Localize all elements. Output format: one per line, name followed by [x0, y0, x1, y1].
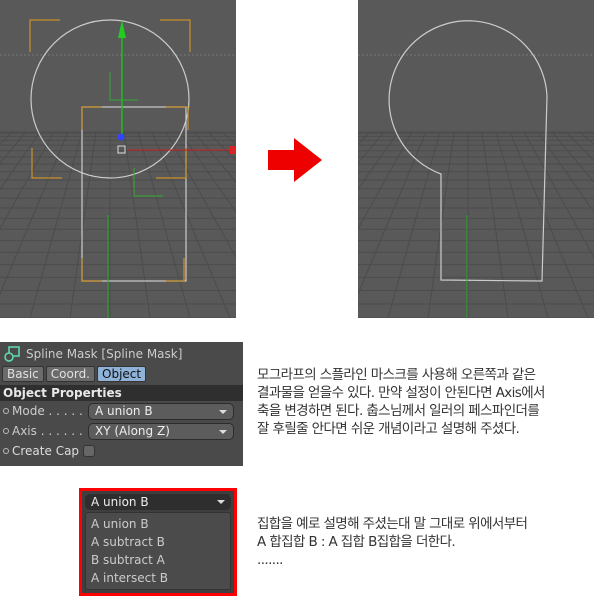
- description-text: 모그라프의 스플라인 마스크를 사용해 오른쪽과 같은 결과물을 얻을수 있다.…: [257, 366, 545, 438]
- explanation-line: .......: [257, 552, 283, 568]
- description-line: 축을 변경하면 된다. 춥스님께서 일러의 페스파인더를: [257, 403, 540, 419]
- floor-grid: [0, 131, 236, 318]
- mode-row: Mode . . . . . A union B: [0, 401, 243, 421]
- tab-coord[interactable]: Coord.: [45, 366, 95, 382]
- chevron-down-icon: [219, 409, 227, 414]
- axis-value: XY (Along Z): [95, 423, 170, 438]
- viewport-before[interactable]: [0, 0, 236, 318]
- explanation-line: 집합을 예로 설명해 주셨는대 말 그대로 위에서부터: [257, 516, 528, 532]
- create-cap-checkbox[interactable]: [83, 445, 96, 457]
- create-cap-row: Create Cap: [0, 441, 243, 461]
- option-a-subtract-b[interactable]: A subtract B: [86, 533, 230, 551]
- mode-dropdown-open: A union B A union B A subtract B B subtr…: [79, 488, 237, 596]
- option-b-subtract-a[interactable]: B subtract A: [86, 551, 230, 569]
- dropdown-current-value: A union B: [91, 495, 149, 509]
- description-line: 잘 후릴줄 안다면 쉬운 개념이라고 설명해 주셨다.: [257, 421, 520, 437]
- mode-anim-dot-icon[interactable]: [3, 408, 9, 414]
- panel-title: Spline Mask [Spline Mask]: [26, 347, 183, 361]
- x-axis-arrow-icon[interactable]: [230, 146, 236, 154]
- chevron-down-icon: [219, 429, 227, 434]
- floor-grid: [358, 131, 594, 318]
- circle-axis-icon: [109, 72, 138, 101]
- y-axis-arrow-icon[interactable]: [118, 20, 126, 38]
- tab-basic[interactable]: Basic: [2, 366, 44, 382]
- create-cap-label: Create Cap: [12, 444, 80, 458]
- description-line: 결과물을 얻을수 있다. 만약 설정이 안된다면 Axis에서: [257, 385, 545, 401]
- chevron-down-icon: [217, 500, 225, 504]
- panel-tabs: Basic Coord. Object: [0, 366, 243, 382]
- mode-select[interactable]: A union B: [88, 402, 234, 420]
- axis-label: Axis . . . . . .: [12, 424, 83, 438]
- axis-anim-dot-icon[interactable]: [3, 428, 9, 434]
- mode-label: Mode . . . . .: [12, 404, 83, 418]
- dropdown-options: A union B A subtract B B subtract A A in…: [85, 512, 231, 590]
- section-title: Object Properties: [0, 385, 243, 401]
- mode-value: A union B: [95, 403, 153, 418]
- spline-mask-icon: [4, 346, 20, 362]
- z-axis-handle[interactable]: [117, 133, 125, 141]
- dropdown-current[interactable]: A union B: [85, 494, 231, 510]
- viewport-after[interactable]: [358, 0, 594, 318]
- right-arrow-icon: [268, 138, 322, 182]
- cap-anim-dot-icon[interactable]: [3, 448, 9, 454]
- option-a-union-b[interactable]: A union B: [86, 515, 230, 533]
- axis-select[interactable]: XY (Along Z): [88, 422, 234, 440]
- panel-header: Spline Mask [Spline Mask]: [0, 342, 243, 366]
- axis-row: Axis . . . . . . XY (Along Z): [0, 421, 243, 441]
- object-center-icon: [117, 145, 126, 154]
- tab-object[interactable]: Object: [97, 366, 147, 382]
- explanation-text: 집합을 예로 설명해 주셨는대 말 그대로 위에서부터 A 합집합 B : A …: [257, 515, 528, 569]
- attributes-panel: Spline Mask [Spline Mask] Basic Coord. O…: [0, 342, 243, 466]
- option-a-intersect-b[interactable]: A intersect B: [86, 569, 230, 587]
- description-line: 모그라프의 스플라인 마스크를 사용해 오른쪽과 같은: [257, 367, 536, 383]
- explanation-line: A 합집합 B : A 집합 B집합을 더한다.: [257, 534, 456, 550]
- viewport-after-scene: [358, 20, 594, 318]
- viewport-before-scene: [0, 19, 236, 318]
